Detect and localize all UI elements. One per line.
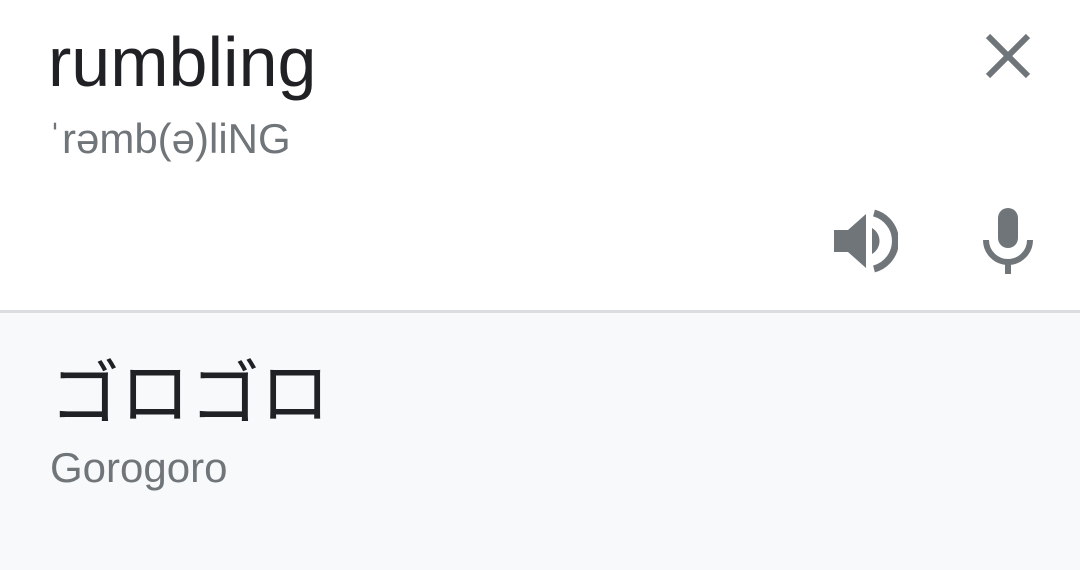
microphone-icon bbox=[983, 208, 1033, 274]
romanization: Gorogoro bbox=[50, 444, 228, 491]
microphone-button[interactable] bbox=[978, 206, 1038, 276]
close-icon bbox=[985, 33, 1031, 79]
translated-word: ゴロゴロ bbox=[50, 353, 330, 435]
source-word: rumbling bbox=[48, 23, 317, 101]
source-panel: rumbling ˈrəmb(ə)liNG bbox=[0, 0, 1080, 310]
close-button[interactable] bbox=[978, 26, 1038, 86]
phonetic-transcription: ˈrəmb(ə)liNG bbox=[48, 115, 291, 162]
listen-button[interactable] bbox=[830, 208, 898, 274]
volume-up-icon bbox=[834, 209, 898, 273]
translation-panel: ゴロゴロ Gorogoro bbox=[0, 313, 1080, 570]
